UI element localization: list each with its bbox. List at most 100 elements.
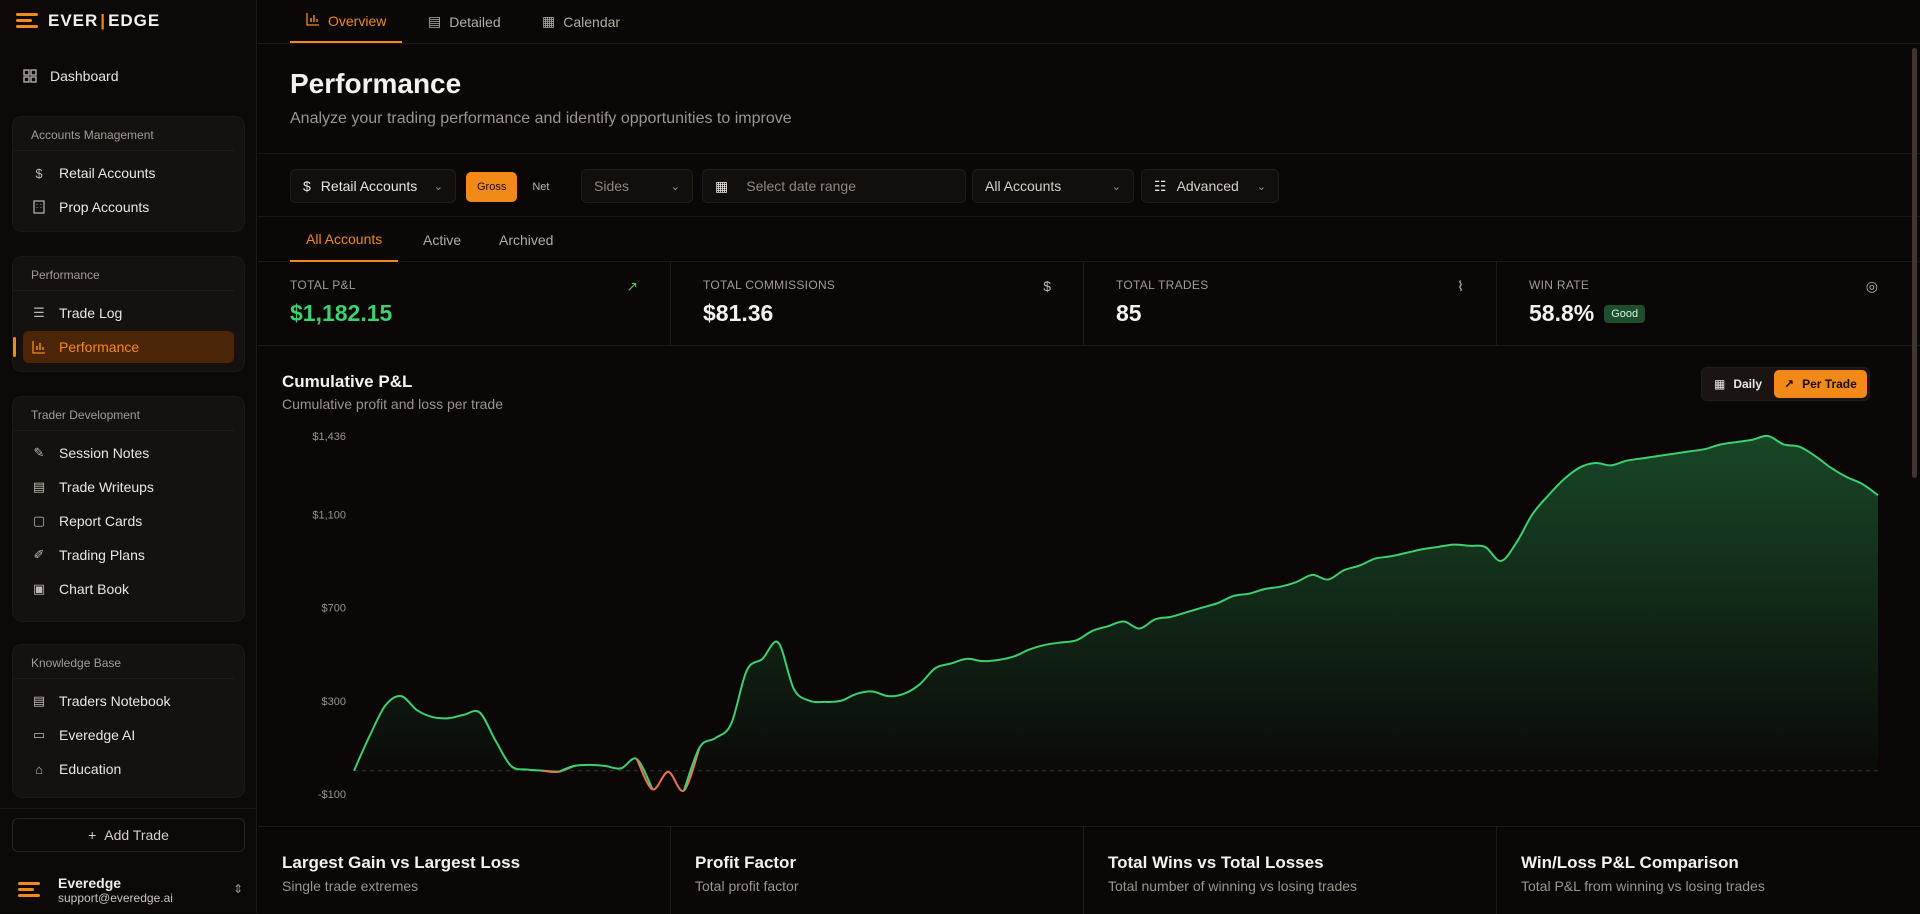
sidebar-item-label: Trade Writeups (59, 479, 154, 495)
tab-archived[interactable]: Archived (499, 218, 553, 262)
scrollbar[interactable] (1912, 48, 1917, 478)
page-title: Performance (290, 68, 462, 99)
tab-detailed[interactable]: ▤ Detailed (428, 0, 501, 43)
advanced-filters-button[interactable]: ☷ Advanced ⌄ (1141, 169, 1279, 203)
sidebar-item-trading-plans[interactable]: ✐ Trading Plans (23, 539, 234, 571)
y-tick-label: $300 (322, 696, 346, 708)
sidebar-item-traders-notebook[interactable]: ▤ Traders Notebook (23, 685, 234, 717)
cumulative-pnl-chart[interactable]: $1,436 $1,100 $700 $300 -$100 (258, 420, 1920, 820)
plus-icon: + (88, 827, 97, 843)
sidebar-item-label: Retail Accounts (59, 165, 156, 181)
chevron-up-down-icon: ⇕ (232, 882, 243, 896)
stat-value: 58.8% (1529, 300, 1595, 326)
dollar-icon: $ (303, 178, 311, 194)
add-trade-button[interactable]: + Add Trade (12, 818, 245, 852)
stat-total-commissions: TOTAL COMMISSIONS $81.36 $ (671, 262, 1084, 346)
sidebar-item-retail-accounts[interactable]: $ Retail Accounts (23, 157, 234, 189)
summary-cards: Largest Gain vs Largest Loss Single trad… (258, 826, 1920, 914)
card-wins-vs-losses: Total Wins vs Total Losses Total number … (1084, 827, 1497, 914)
calendar-icon: ▦ (715, 177, 729, 194)
nav-group-accounts: Accounts Management $ Retail Accounts Pr… (12, 116, 245, 232)
list-icon: ☰ (33, 305, 45, 320)
sides-select[interactable]: Sides ⌄ (581, 169, 693, 203)
group-title: Knowledge Base (13, 645, 234, 679)
chat-icon: ▭ (32, 727, 46, 742)
tab-active[interactable]: Active (423, 218, 461, 262)
sidebar-item-trade-log[interactable]: ☰ Trade Log (23, 297, 234, 329)
sidebar-item-label: Prop Accounts (59, 199, 150, 215)
card-subtitle: Total number of winning vs losing trades (1108, 878, 1358, 894)
net-button[interactable]: Net (521, 172, 560, 202)
card-win-loss-pnl: Win/Loss P&L Comparison Total P&L from w… (1497, 827, 1910, 914)
card-subtitle: Total P&L from winning vs losing trades (1521, 878, 1765, 894)
graduation-cap-icon: ⌂ (35, 761, 43, 777)
sidebar-item-label: Session Notes (59, 445, 150, 461)
nav-group-trader-development: Trader Development ✎ Session Notes ▤ Tra… (12, 396, 245, 622)
trending-up-icon: ↗ (626, 278, 638, 294)
sidebar-item-label: Chart Book (59, 581, 130, 597)
sidebar-divider (0, 808, 257, 809)
pnl-area (354, 435, 1878, 791)
document-icon: ▤ (32, 479, 46, 494)
pencil-square-icon: ✐ (33, 547, 45, 562)
sidebar-item-session-notes[interactable]: ✎ Session Notes (23, 437, 234, 469)
card-title: Largest Gain vs Largest Loss (282, 853, 521, 872)
date-range-picker[interactable]: ▦ Select date range (702, 169, 966, 203)
y-tick-label: -$100 (318, 789, 346, 801)
daily-button[interactable]: ▦ Daily (1704, 370, 1772, 398)
bar-chart-icon (306, 12, 320, 29)
per-trade-label: Per Trade (1802, 377, 1857, 391)
page-subtitle: Analyze your trading performance and ide… (290, 110, 792, 127)
user-menu[interactable]: Everedge support@everedge.ai ⇕ (18, 872, 243, 908)
building-icon (31, 199, 47, 215)
account-type-value: Retail Accounts (320, 178, 418, 194)
dollar-icon: $ (1043, 278, 1051, 294)
stats-row: TOTAL P&L $1,182.15 ↗ TOTAL COMMISSIONS … (258, 262, 1920, 346)
chevron-down-icon: ⌄ (1256, 180, 1266, 193)
filter-bar: $ Retail Accounts ⌄ Gross Net Sides ⌄ ▦ … (258, 153, 1920, 217)
user-email: support@everedge.ai (58, 891, 173, 905)
logo-mark-icon (16, 11, 42, 31)
sidebar-item-dashboard[interactable]: Dashboard (12, 64, 242, 88)
sidebar-item-report-cards[interactable]: ▢ Report Cards (23, 505, 234, 537)
stat-label: WIN RATE (1529, 278, 1590, 292)
logo[interactable]: EVER | EDGE (16, 10, 160, 32)
sidebar-item-performance[interactable]: Performance (13, 331, 234, 363)
sidebar-item-chart-book[interactable]: ▣ Chart Book (23, 573, 234, 605)
gross-net-toggle: Gross Net (466, 172, 560, 202)
accounts-value: All Accounts (985, 178, 1062, 194)
sidebar-item-label: Traders Notebook (59, 693, 171, 709)
sidebar-item-education[interactable]: ⌂ Education (23, 753, 234, 785)
sides-placeholder: Sides (594, 178, 630, 194)
chart-title: Cumulative P&L (282, 372, 413, 391)
stat-value-row: 58.8% Good (1529, 300, 1910, 327)
group-title: Accounts Management (13, 117, 234, 151)
card-title: Profit Factor (695, 853, 797, 872)
report-card-icon: ▢ (32, 513, 46, 528)
tab-calendar[interactable]: ▦ Calendar (542, 0, 620, 43)
chevron-down-icon: ⌄ (433, 180, 443, 193)
accounts-select[interactable]: All Accounts ⌄ (972, 169, 1134, 203)
grid-icon (22, 68, 38, 84)
stat-value: $81.36 (703, 300, 774, 326)
tab-all-accounts[interactable]: All Accounts (290, 218, 399, 262)
stat-total-trades: TOTAL TRADES 85 ⌇ (1084, 262, 1497, 346)
daily-label: Daily (1733, 377, 1763, 391)
sidebar-item-label: Trade Log (59, 305, 123, 321)
chevron-down-icon: ⌄ (670, 180, 680, 193)
card-subtitle: Total profit factor (695, 878, 799, 894)
notebook-icon: ▤ (32, 693, 46, 708)
date-range-placeholder: Select date range (746, 178, 856, 194)
image-icon: ▣ (32, 581, 46, 596)
tab-overview[interactable]: Overview (290, 0, 403, 43)
trending-up-icon: ↗ (1784, 377, 1795, 391)
per-trade-button[interactable]: ↗ Per Trade (1774, 370, 1867, 398)
sidebar-item-trade-writeups[interactable]: ▤ Trade Writeups (23, 471, 234, 503)
account-type-select[interactable]: $ Retail Accounts ⌄ (290, 169, 456, 203)
user-name: Everedge (58, 875, 122, 891)
chevron-down-icon: ⌄ (1111, 180, 1121, 193)
sidebar-item-prop-accounts[interactable]: Prop Accounts (23, 191, 234, 223)
sidebar-item-everedge-ai[interactable]: ▭ Everedge AI (23, 719, 234, 751)
gross-button[interactable]: Gross (466, 172, 518, 202)
sidebar-item-label: Everedge AI (59, 727, 136, 743)
